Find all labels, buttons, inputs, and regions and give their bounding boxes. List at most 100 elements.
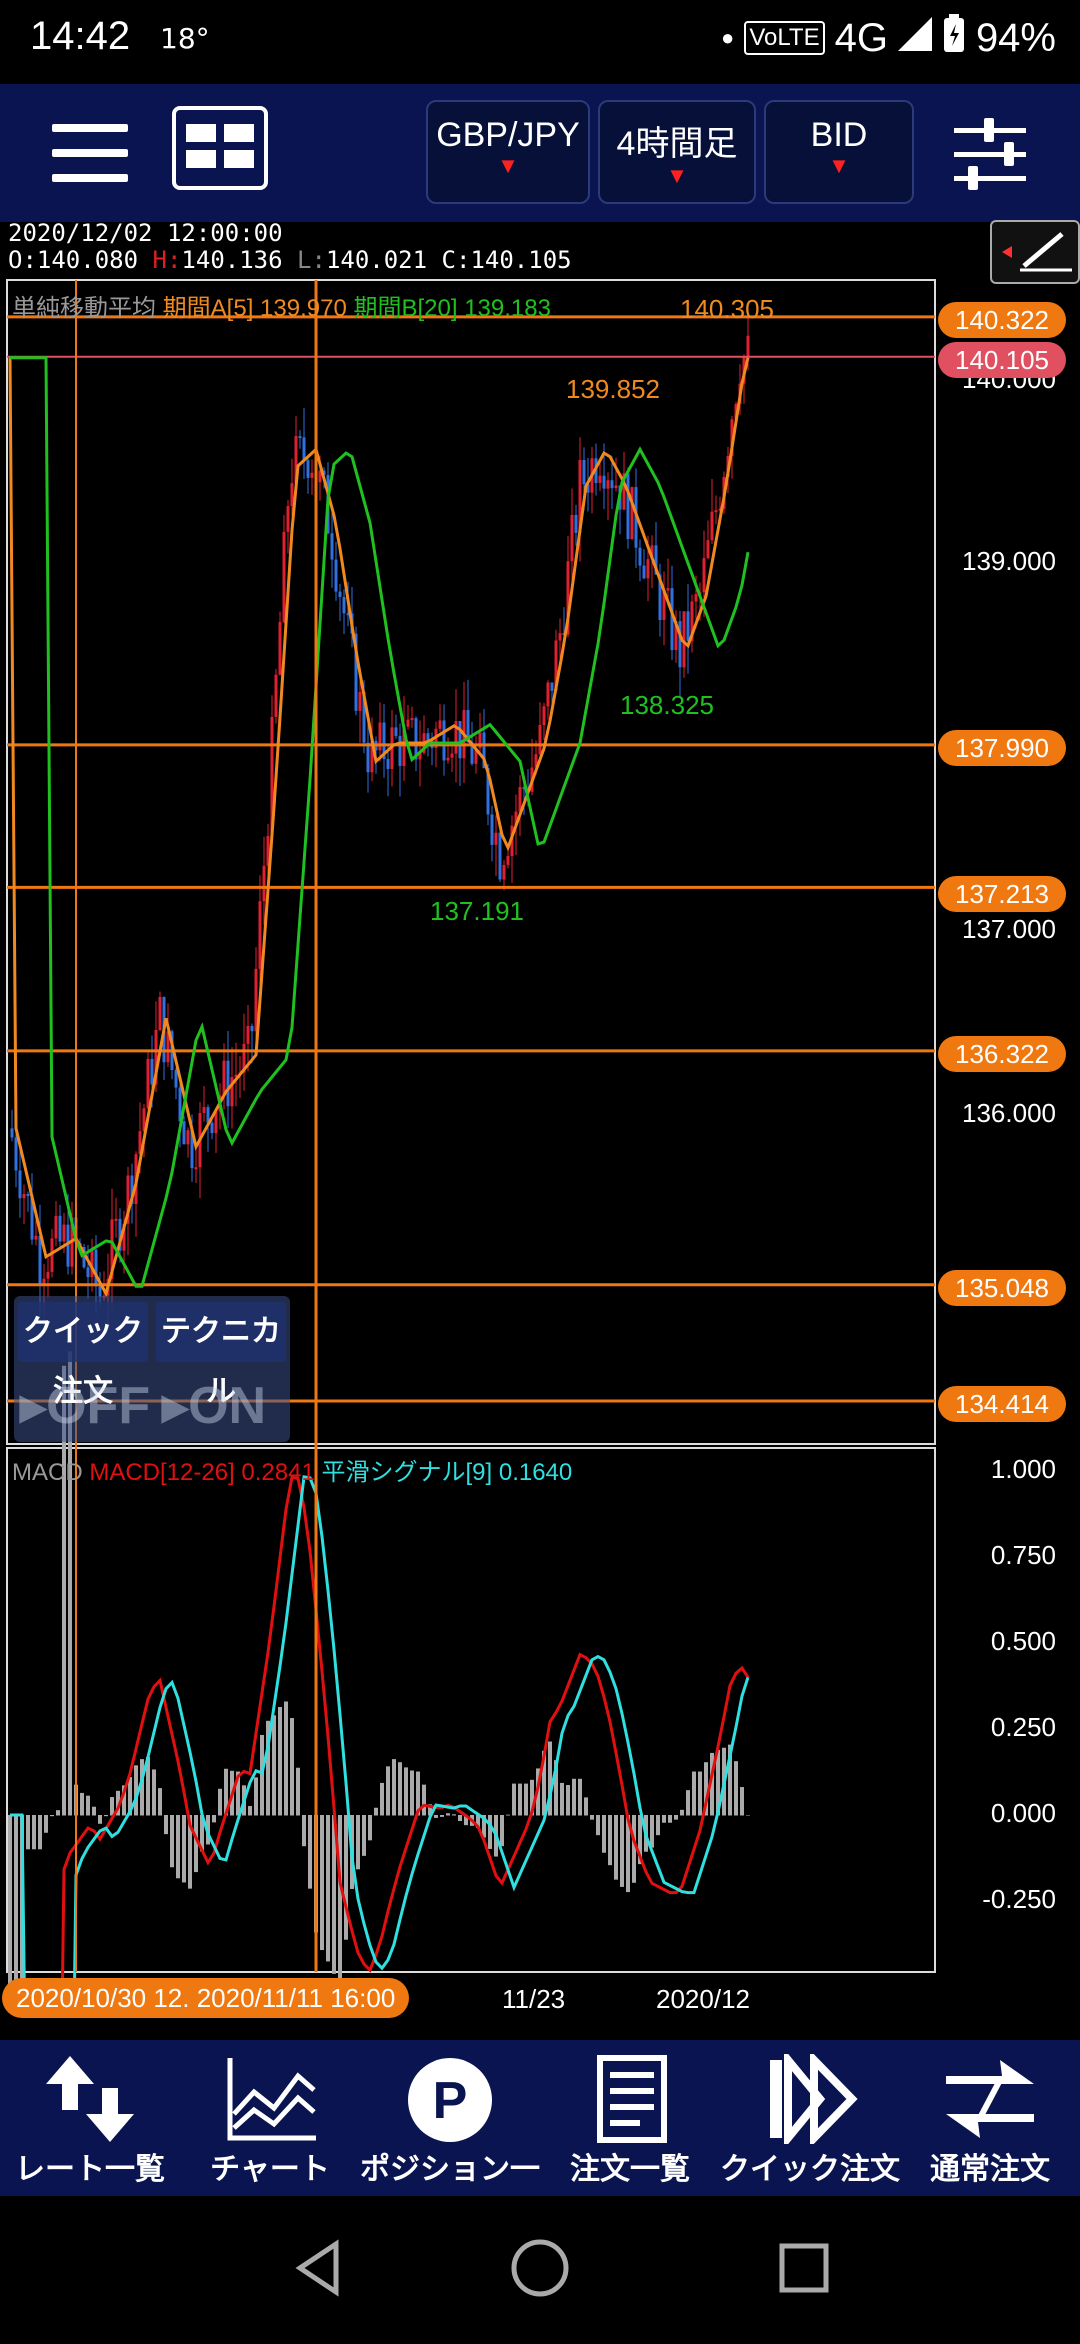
candle-body [450, 753, 454, 758]
nav-chart[interactable]: チャート [180, 2040, 360, 2196]
status-right-group: ● VoLTE 4G 94% [721, 14, 1056, 62]
macd-histogram-bar [278, 1707, 282, 1816]
macd-histogram-bar [98, 1815, 102, 1824]
nav-label: クイック注文 [720, 2152, 900, 2187]
back-icon[interactable] [295, 2239, 339, 2297]
candle-body [570, 514, 574, 562]
candle-body [614, 485, 618, 489]
info-datetime: 2020/12/02 12:00:00 [8, 219, 283, 247]
candle-body [442, 720, 446, 761]
macd-axis-label: 0.250 [990, 1712, 1056, 1742]
candle-body [34, 1235, 38, 1240]
candle-body [246, 1025, 250, 1044]
candle-body [494, 832, 498, 845]
low-value: 140.021 [325, 246, 428, 274]
candle-body [558, 633, 562, 641]
candle-body [498, 832, 502, 880]
nav-label: レート一覧 [15, 2152, 165, 2187]
signal-value: 0.1640 [498, 1459, 573, 1486]
macd-histogram-bar [308, 1815, 312, 1889]
price-line-label[interactable]: 136.322 [938, 1036, 1066, 1072]
macd-histogram-bar [374, 1807, 378, 1816]
volte-badge: VoLTE [744, 21, 825, 55]
macd-histogram-bar [110, 1797, 114, 1816]
candle-body [22, 1194, 26, 1199]
technical-toggle[interactable]: テクニカル [156, 1302, 286, 1409]
price-line-label[interactable]: 137.213 [938, 876, 1066, 912]
price-type-select[interactable]: BID ▼ [764, 100, 914, 204]
chevron-down-icon: ▼ [666, 163, 688, 188]
macd-histogram-bar [32, 1815, 36, 1850]
candle-body [706, 540, 710, 559]
layout-grid-icon[interactable] [172, 106, 268, 190]
nav-rate-list[interactable]: レート一覧 [0, 2040, 180, 2196]
home-icon[interactable] [511, 2239, 569, 2297]
quick-order-toggle[interactable]: クイック注文 [18, 1302, 148, 1409]
macd-histogram-bar [614, 1815, 618, 1880]
price-line-label[interactable]: 137.990 [938, 730, 1066, 766]
candle-body [54, 1215, 58, 1239]
macd-histogram-bar [620, 1815, 624, 1887]
settings-sliders-icon[interactable] [950, 114, 1030, 194]
nav-order-list[interactable]: 注文一覧 [540, 2040, 720, 2196]
candle-body [302, 437, 306, 461]
nav-standard-order[interactable]: 通常注文 [900, 2040, 1080, 2196]
timeframe-select[interactable]: 4時間足 ▼ [598, 100, 756, 204]
candle-body [702, 558, 706, 593]
macd-histogram-bar [662, 1815, 666, 1823]
price-line-label[interactable]: 134.414 [938, 1386, 1066, 1422]
candle-body [86, 1267, 90, 1278]
nav-quick-order[interactable]: クイック注文 [720, 2040, 900, 2196]
macd-value: 0.2841 [241, 1459, 315, 1486]
macd-histogram-bar [680, 1809, 684, 1816]
macd-histogram-bar [320, 1815, 324, 1951]
macd-histogram-bar [86, 1795, 90, 1816]
toolbar: GBP/JPY ▼ 4時間足 ▼ BID ▼ [0, 84, 1080, 222]
pair-select[interactable]: GBP/JPY ▼ [426, 100, 590, 204]
candle-body [26, 1194, 30, 1197]
candle-body [18, 1170, 22, 1199]
macd-histogram-bar [608, 1815, 612, 1866]
candle-body [94, 1249, 98, 1287]
candle-body [250, 1025, 254, 1032]
macd-histogram-bar [212, 1815, 216, 1823]
macd-histogram-bar [698, 1771, 702, 1816]
macd-histogram-bar [398, 1762, 402, 1816]
price-line-label[interactable]: 140.322 [938, 302, 1066, 338]
candle-body [714, 510, 718, 513]
menu-icon[interactable] [52, 124, 128, 184]
candle-body [14, 1137, 18, 1171]
candle-body [502, 864, 506, 880]
drawing-tool-button[interactable] [990, 220, 1080, 284]
macd-histogram-bar [368, 1815, 372, 1841]
status-bar: 14:42 18° ● VoLTE 4G 94% [0, 0, 1080, 84]
macd-histogram-bar [218, 1788, 222, 1816]
macd-axis-label: -0.250 [982, 1884, 1056, 1914]
candle-body [642, 565, 646, 579]
candle-body [746, 335, 750, 357]
macd-histogram-bar [488, 1815, 492, 1849]
nav-position-list[interactable]: P ポジション一覧 [360, 2040, 540, 2231]
candle-body [342, 596, 346, 614]
price-axis-label: 136.000 [962, 1098, 1056, 1128]
macd-histogram-bar [80, 1792, 84, 1816]
macd-histogram-bar [176, 1815, 180, 1879]
recents-icon[interactable] [779, 2243, 829, 2293]
candle-body [366, 742, 370, 773]
macd-legend: MACD MACD[12-26] 0.2841 平滑シグナル[9] 0.1640 [12, 1452, 572, 1487]
macd-histogram-bar [362, 1815, 366, 1856]
chart-canvas[interactable] [0, 220, 1080, 2010]
candle-body [222, 1060, 226, 1096]
date-crosshair-pill: 2020/10/30 12. 2020/11/11 16:00 [2, 1978, 410, 2018]
close-value: 140.105 [470, 246, 572, 274]
candle-body [306, 460, 310, 478]
macd-histogram-bar [410, 1770, 414, 1816]
nav-label: チャート [210, 2152, 330, 2187]
macd-histogram-bar [518, 1783, 522, 1816]
network-label: 4G [834, 15, 888, 60]
price-line-label[interactable]: 135.048 [938, 1270, 1066, 1306]
chart-area[interactable]: 2020/12/02 12:00:00 O:140.080 H:140.136 … [0, 220, 1080, 2010]
macd-histogram-bar [506, 1814, 510, 1816]
candle-body [694, 594, 698, 602]
candle-body [386, 759, 390, 769]
